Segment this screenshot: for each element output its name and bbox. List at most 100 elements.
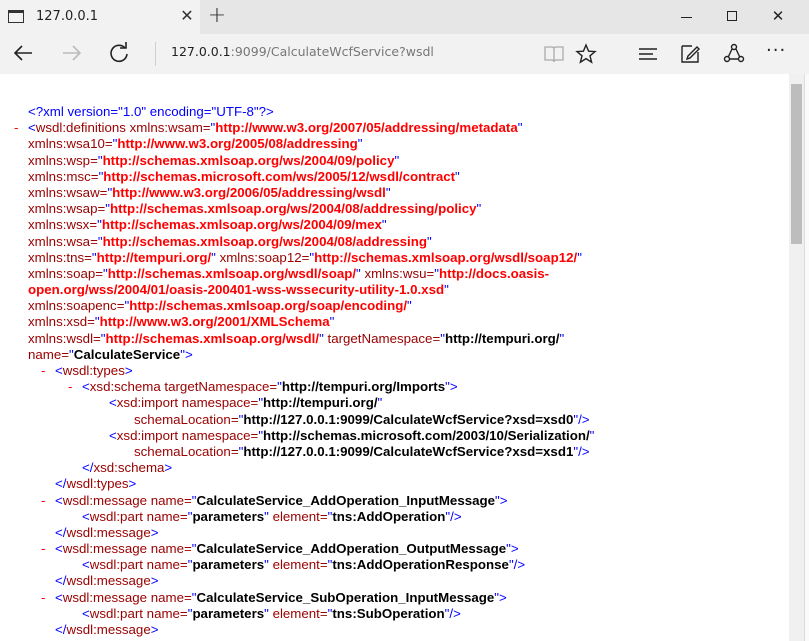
- collapse-toggle[interactable]: -: [41, 590, 45, 606]
- xml-line-text: xmlns:wsx= "http://schemas.xmlsoap.org/ws…: [28, 217, 387, 233]
- collapse-toggle[interactable]: -: [41, 363, 45, 379]
- xml-token: namespace=: [181, 395, 259, 411]
- forward-arrow-icon[interactable]: [57, 39, 85, 67]
- xml-token: xmlns:tns=: [28, 249, 92, 265]
- xml-token: </: [82, 460, 94, 476]
- xml-token: http://docs.oasis-: [439, 265, 550, 281]
- xml-token: CalculateService_SubOperation_InputMessa…: [196, 589, 495, 605]
- xml-token: http://tempuri.org/: [263, 395, 378, 411]
- xml-token: >: [124, 363, 133, 378]
- xml-token: ": [385, 184, 391, 200]
- collapse-toggle[interactable]: -: [41, 493, 45, 509]
- xml-line[interactable]: - <wsdl:types>: [0, 363, 789, 379]
- xml-token: parameters: [192, 508, 265, 524]
- xml-token: xmlns:wsdl=: [28, 330, 101, 346]
- xml-token: wsdl:message: [62, 492, 151, 508]
- xml-token: wsdl:definitions: [35, 120, 130, 136]
- new-tab-icon[interactable]: +: [205, 3, 229, 28]
- xml-line: xmlns:wsa= "http://schemas.xmlsoap.org/ws…: [0, 234, 789, 250]
- vertical-scrollbar[interactable]: [789, 74, 804, 641]
- maximize-icon: [727, 11, 737, 21]
- back-arrow-icon[interactable]: [10, 39, 38, 67]
- xml-token: http://www.w3.org/2006/05/addressing/wsd…: [112, 184, 386, 200]
- xml-line: schemaLocation="http://127.0.0.1:9099/Ca…: [0, 444, 789, 460]
- collapse-toggle[interactable]: -: [14, 120, 18, 136]
- xml-token: <: [109, 427, 117, 443]
- xml-line-text: <xsd:import namespace= "http://tempuri.or…: [109, 395, 382, 411]
- xml-token: http://schemas.xmlsoap.org/ws/2004/08/ad…: [109, 201, 477, 217]
- close-tab-icon[interactable]: ✕: [178, 6, 196, 25]
- xml-token: tns:AddOperationResponse: [332, 557, 509, 573]
- xml-token: http://127.0.0.1:9099/CalculateWcfServic…: [243, 443, 574, 459]
- xml-token: http://127.0.0.1:9099/CalculateWcfServic…: [243, 411, 574, 427]
- xml-line-text: <xsd:schema targetNamespace="http://temp…: [82, 379, 458, 395]
- xml-token: </: [55, 622, 67, 637]
- xml-token: name=: [150, 492, 192, 508]
- xml-token: ": [559, 330, 565, 346]
- xml-line-text: <wsdl:message name="CalculateService_Add…: [55, 493, 508, 509]
- scrollbar-thumb[interactable]: [791, 84, 802, 244]
- xml-token: <: [82, 379, 90, 395]
- xml-line[interactable]: - <wsdl:message name="CalculateService_Ad…: [0, 493, 789, 509]
- xml-line: xmlns:soapenc= "http://schemas.xmlsoap.or…: [0, 298, 789, 314]
- xml-token: "/>: [445, 508, 462, 524]
- xml-line-text: </xsd:schema>: [82, 460, 172, 476]
- xml-token: ": [577, 249, 582, 265]
- close-window-button[interactable]: ✕: [755, 0, 801, 32]
- xml-token: >: [150, 524, 159, 540]
- xml-token: "/>: [508, 557, 526, 573]
- xml-line-text: xmlns:wsaw= "http://www.w3.org/2006/05/ad…: [28, 185, 391, 201]
- reading-view-icon[interactable]: [542, 42, 566, 66]
- xml-token: xmlns:wsap=: [28, 201, 106, 217]
- refresh-icon[interactable]: [105, 39, 133, 67]
- address-field[interactable]: 127.0.0.1:9099/CalculateWcfService?wsdl: [171, 44, 434, 59]
- xml-token: ": [444, 282, 449, 298]
- xml-line: xmlns:wsdl="http://schemas.xmlsoap.org/w…: [0, 331, 789, 347]
- xml-line-text: xmlns:wsdl="http://schemas.xmlsoap.org/w…: [28, 331, 564, 347]
- xml-line[interactable]: - <wsdl:definitions xmlns:wsam= "http://ww…: [0, 120, 789, 136]
- more-options-icon[interactable]: ···: [766, 40, 790, 64]
- minimize-icon: [680, 16, 692, 18]
- share-icon[interactable]: [722, 42, 746, 66]
- xml-token: xmlns:wsx=: [28, 217, 98, 233]
- xml-token: xmlns:wsp=: [28, 152, 98, 168]
- xml-token: wsdl:message: [62, 541, 151, 557]
- xml-token: <: [28, 120, 36, 136]
- xml-line: xmlns:wsap= "http://schemas.xmlsoap.org/w…: [0, 201, 789, 217]
- xml-token: name=: [146, 557, 188, 573]
- favorite-star-icon[interactable]: [574, 42, 598, 66]
- hub-icon[interactable]: [636, 42, 660, 66]
- xml-line: name="CalculateService">: [0, 347, 789, 363]
- browser-tab[interactable]: 127.0.0.1 ✕: [0, 0, 200, 34]
- xml-token: http://schemas.xmlsoap.org/wsdl/soap/: [107, 265, 357, 281]
- xml-line[interactable]: - <wsdl:message name="CalculateService_Su…: [0, 590, 789, 606]
- xml-token: xmlns:wsa=: [28, 233, 98, 249]
- xml-token: targetNamespace=: [164, 379, 278, 395]
- xml-token: wsdl:types: [66, 476, 129, 492]
- collapse-toggle[interactable]: -: [41, 541, 45, 557]
- xml-token: <: [82, 605, 90, 621]
- xml-token: ": [357, 136, 363, 152]
- xml-token: <: [55, 589, 63, 605]
- address-path: :9099/CalculateWcfService?wsdl: [230, 44, 434, 59]
- xml-token: tns:SubOperation: [332, 605, 445, 621]
- collapse-toggle[interactable]: -: [68, 379, 72, 395]
- xml-token: wsdl:message: [66, 573, 151, 589]
- minimize-button[interactable]: [663, 0, 709, 32]
- xml-line[interactable]: - <wsdl:message name="CalculateService_Ad…: [0, 541, 789, 557]
- xml-token: ": [476, 201, 482, 217]
- xml-token: </: [55, 476, 67, 492]
- xml-token: <: [55, 541, 63, 557]
- xml-token: ": [455, 168, 460, 184]
- xml-line-text: xmlns:soapenc= "http://schemas.xmlsoap.or…: [28, 298, 412, 314]
- xml-token: element=: [272, 508, 328, 524]
- maximize-button[interactable]: [709, 0, 755, 32]
- xml-token: schemaLocation=: [134, 443, 239, 459]
- xml-token: wsdl:part: [89, 605, 147, 621]
- xml-token: CalculateService: [73, 346, 181, 362]
- web-note-icon[interactable]: [678, 42, 702, 66]
- xml-token: wsdl:message: [62, 589, 151, 605]
- xml-line[interactable]: - <xsd:schema targetNamespace="http://tem…: [0, 379, 789, 395]
- xml-line: xmlns:tns="http://tempuri.org/" xmlns:so…: [0, 250, 789, 266]
- page-content: <?xml version="1.0" encoding="UTF-8"?> - <…: [0, 74, 789, 641]
